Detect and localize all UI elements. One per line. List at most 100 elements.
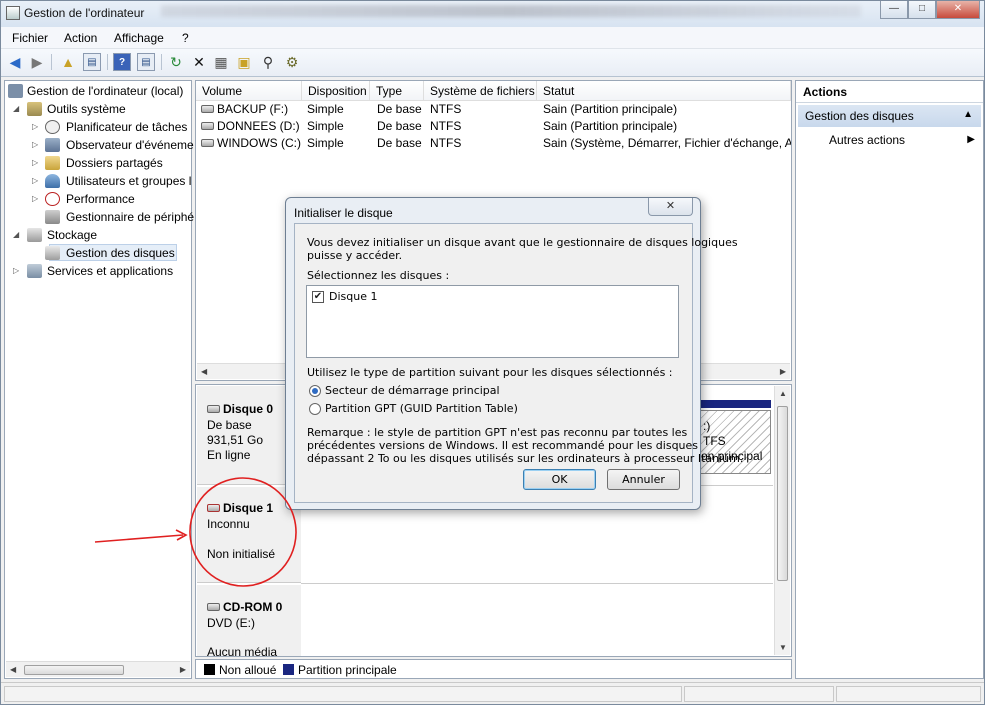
col-header-volume[interactable]: Volume [196,81,302,101]
tree-item-task-scheduler[interactable]: Planificateur de tâches [66,120,187,134]
app-icon [6,6,20,20]
toolbar-separator [51,54,52,70]
volume-name-cell: BACKUP (F:) [201,102,288,116]
scroll-left-icon[interactable]: ◀ [201,367,207,376]
up-folder-icon[interactable]: ▲ [59,53,77,71]
disk-selection-list: ✔ Disque 1 [306,285,679,358]
event-viewer-icon [45,138,60,152]
disk0-name-row: Disque 0 [207,402,273,416]
tree-item-system-tools[interactable]: Outils système [47,102,126,116]
menu-bar: Fichier Action Affichage ? [1,27,984,49]
menu-view[interactable]: Affichage [114,31,164,45]
tools-icon [27,102,42,116]
dialog-close-button[interactable]: ✕ [648,198,693,216]
scroll-down-icon[interactable]: ▼ [779,643,787,652]
scroll-left-icon[interactable]: ◀ [10,665,16,674]
scroll-thumb[interactable] [777,406,788,581]
maximize-button[interactable]: □ [908,1,936,19]
scroll-up-icon[interactable]: ▲ [779,389,787,398]
menu-file[interactable]: Fichier [12,31,48,45]
disk-separator [301,583,773,584]
tree-item-performance[interactable]: Performance [66,192,135,206]
expand-arrow-icon[interactable]: ▷ [32,176,38,185]
properties-icon[interactable]: ▦ [212,53,230,71]
ok-button[interactable]: OK [523,469,596,490]
delete-icon[interactable]: ✕ [190,53,208,71]
tree-item-root[interactable]: Gestion de l'ordinateur (local) [27,84,183,98]
refresh-icon[interactable]: ↻ [167,53,185,71]
actions-pane: Actions Gestion des disques ▲ Autres act… [795,80,984,679]
primary-partition-bar [691,400,771,408]
tree-item-shared-folders[interactable]: Dossiers partagés [66,156,163,170]
navigation-tree: Gestion de l'ordinateur (local) ◢ Outils… [4,80,194,679]
partition-fs-fragment: TFS [703,434,726,448]
show-tree-icon[interactable]: ▤ [83,53,101,71]
type-cell: De base [377,119,422,133]
col-header-status[interactable]: Statut [537,81,791,101]
tree-horizontal-scrollbar[interactable]: ◀ ▶ [6,661,190,677]
tree-item-device-manager[interactable]: Gestionnaire de périphé [66,210,194,224]
cdrom-type: DVD (E:) [207,616,255,630]
mbr-option-label[interactable]: Secteur de démarrage principal [325,384,500,397]
toolbar-separator [107,54,108,70]
close-button[interactable]: ✕ [936,1,980,19]
help-topics-icon[interactable]: ▤ [137,53,155,71]
help-icon[interactable]: ? [113,53,131,71]
status-cell: Sain (Partition principale) [543,119,678,133]
toolbar-separator [161,54,162,70]
expand-arrow-icon[interactable]: ▷ [13,266,19,275]
open-icon[interactable]: ▣ [235,53,253,71]
window-controls: — □ ✕ [880,1,980,19]
cancel-button[interactable]: Annuler [607,469,680,490]
expand-arrow-icon[interactable]: ▷ [32,122,38,131]
computer-icon [8,84,23,98]
col-header-type[interactable]: Type [370,81,424,101]
disk1-list-item[interactable]: Disque 1 [329,290,377,303]
toolbar: ◀ ▶ ▲ ▤ ? ▤ ↻ ✕ ▦ ▣ ⚲ ⚙ [1,49,984,77]
window-title: Gestion de l'ordinateur [24,6,145,20]
col-header-layout[interactable]: Disposition [302,81,370,101]
cdrom-status: Aucun média [207,645,278,657]
tree-item-disk-management[interactable]: Gestion des disques [66,246,175,260]
scroll-right-icon[interactable]: ▶ [780,367,786,376]
gpt-option-label[interactable]: Partition GPT (GUID Partition Table) [325,402,518,415]
note-line3: dépassant 2 To ou les disques utilisés s… [307,452,744,465]
menu-action[interactable]: Action [64,31,97,45]
cdrom-name: CD-ROM 0 [223,600,283,614]
disk0-type: De base [207,418,252,432]
actions-group-disk-management[interactable]: Gestion des disques ▲ [798,105,981,127]
dialog-intro-line2: puisse y accéder. [307,249,403,262]
more-actions-item[interactable]: Autres actions [829,133,905,147]
scroll-thumb[interactable] [24,665,124,675]
col-header-filesystem[interactable]: Système de fichiers [424,81,537,101]
initialize-disk-dialog: Initialiser le disque ✕ Vous devez initi… [285,197,743,510]
expand-arrow-icon[interactable]: ▷ [32,140,38,149]
mbr-radio[interactable] [309,385,321,397]
forward-arrow-icon[interactable]: ▶ [28,53,46,71]
disk0-name: Disque 0 [223,402,274,416]
tree-item-storage[interactable]: Stockage [47,228,97,242]
expand-arrow-icon[interactable]: ▷ [32,194,38,203]
menu-help[interactable]: ? [182,31,189,45]
collapse-arrow-icon[interactable]: ◢ [13,230,19,239]
collapse-up-icon[interactable]: ▲ [963,109,973,120]
performance-icon [45,192,60,206]
disk1-checkbox[interactable]: ✔ [312,291,324,303]
disk-warning-icon [207,504,220,512]
scroll-right-icon[interactable]: ▶ [180,665,186,674]
back-arrow-icon[interactable]: ◀ [6,53,24,71]
expand-arrow-icon[interactable]: ▷ [32,158,38,167]
minimize-button[interactable]: — [880,1,908,19]
collapse-arrow-icon[interactable]: ◢ [13,104,19,113]
cdrom-label[interactable]: CD-ROM 0 DVD (E:) Aucun média [197,585,301,657]
gpt-radio[interactable] [309,403,321,415]
search-icon[interactable]: ⚲ [259,53,277,71]
volume-name-cell: WINDOWS (C:) [201,136,301,150]
tree-item-local-users[interactable]: Utilisateurs et groupes l [66,174,191,188]
settings-icon[interactable]: ⚙ [283,53,301,71]
select-disks-label: Sélectionnez les disques : [307,269,450,282]
status-cell-main [4,686,682,702]
tree-item-event-viewer[interactable]: Observateur d'événeme [66,138,194,152]
tree-item-services[interactable]: Services et applications [47,264,173,278]
disk-vertical-scrollbar[interactable]: ▲ ▼ [774,386,790,655]
